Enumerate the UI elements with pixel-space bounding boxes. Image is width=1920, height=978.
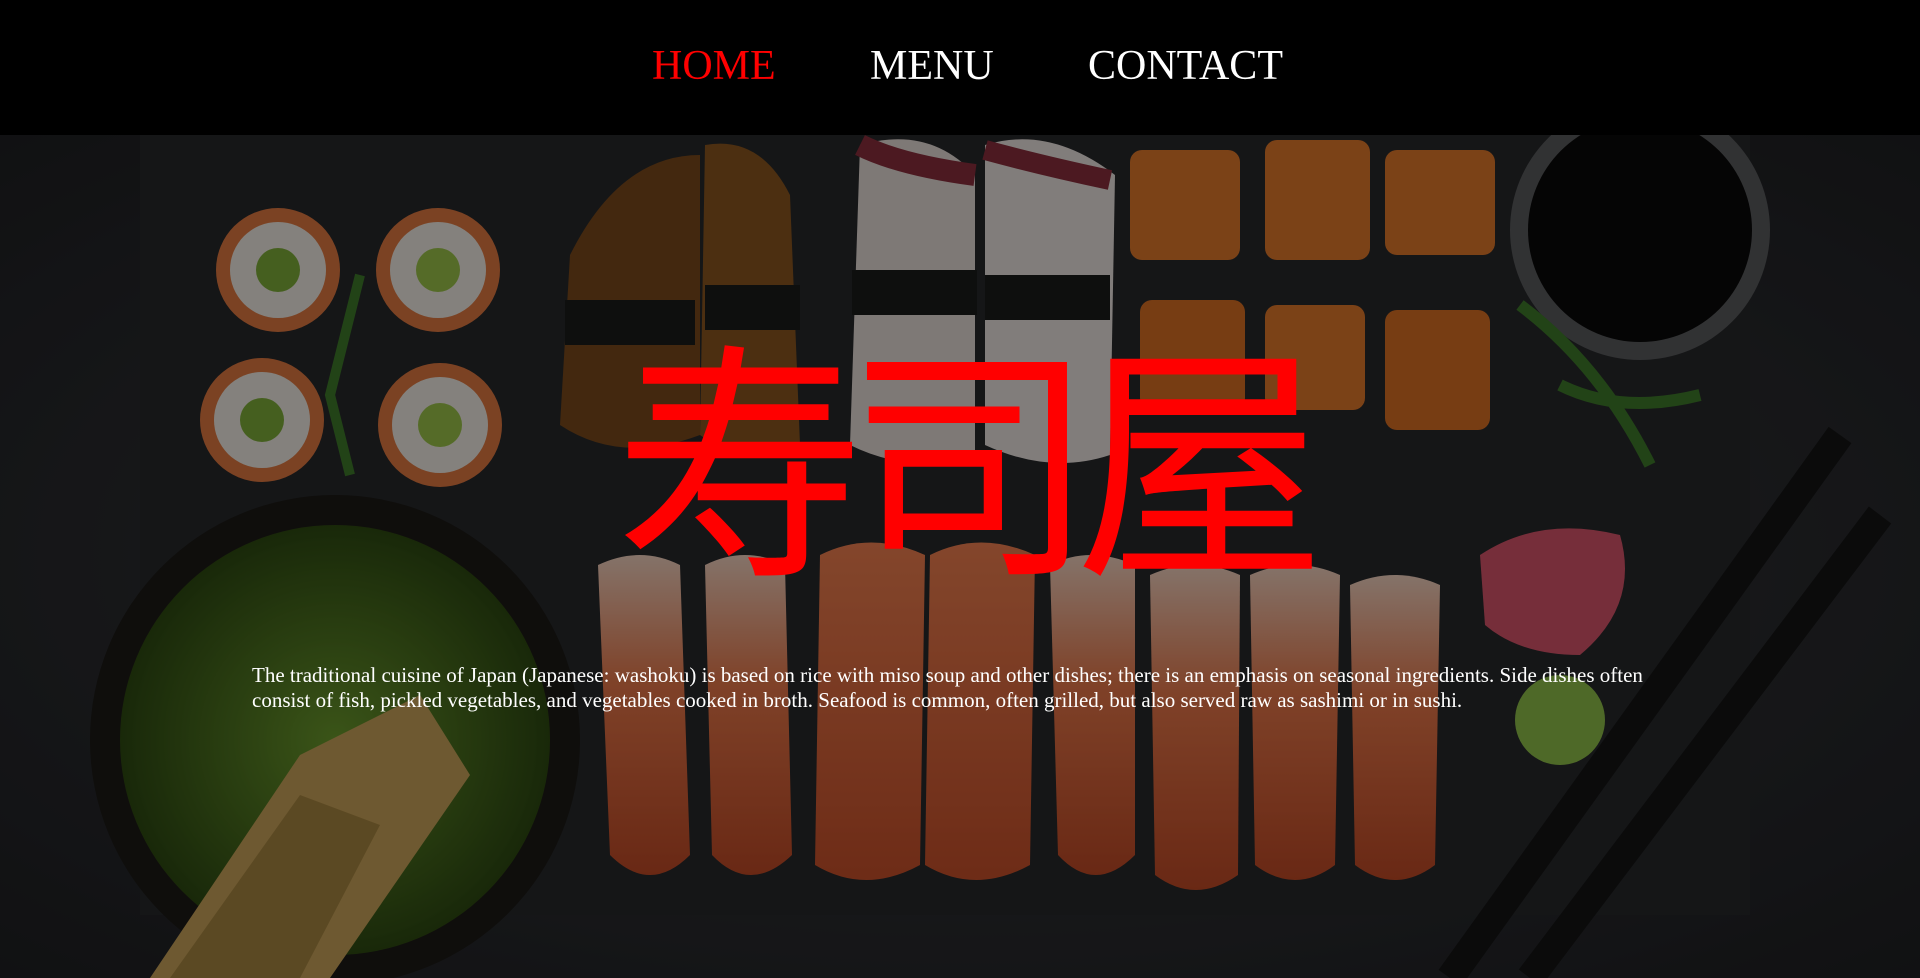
hero-section: 寿司屋 The traditional cuisine of Japan (Ja… — [0, 135, 1920, 978]
nav-link-menu[interactable]: MENU — [870, 42, 994, 90]
hero-description: The traditional cuisine of Japan (Japane… — [252, 663, 1643, 712]
hero-title: 寿司屋 — [615, 324, 1325, 615]
nav-link-home[interactable]: HOME — [652, 42, 776, 90]
nav-link-contact[interactable]: CONTACT — [1088, 42, 1283, 90]
top-navbar: HOME MENU CONTACT — [0, 0, 1920, 135]
